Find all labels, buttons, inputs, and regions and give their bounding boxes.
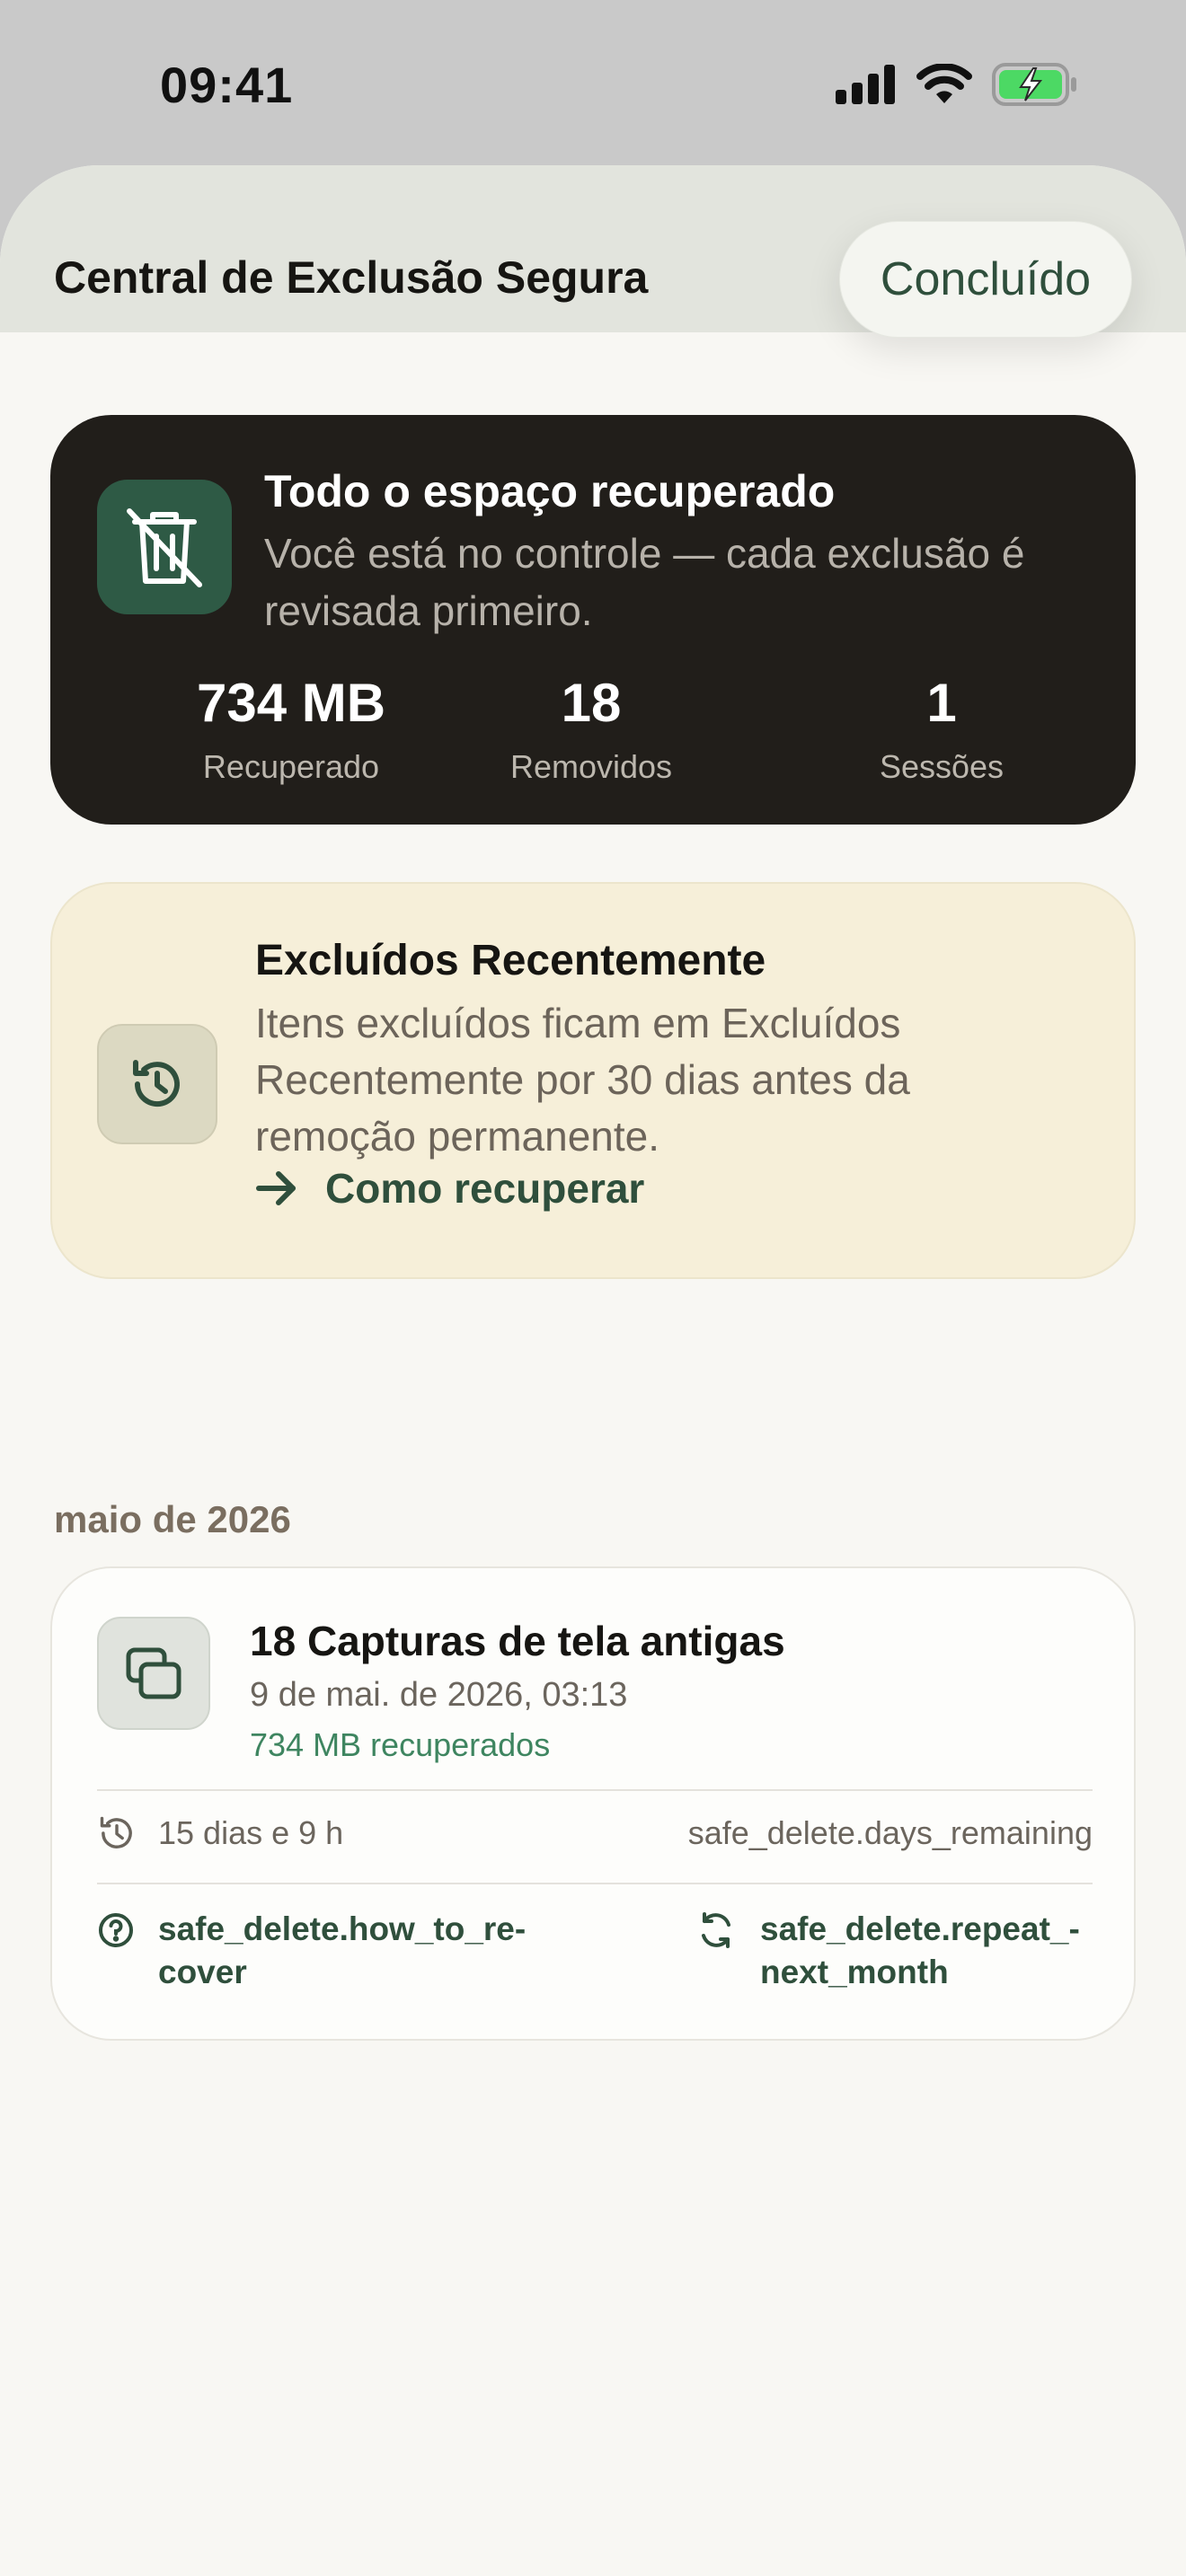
history-icon <box>97 1024 217 1144</box>
trash-crossed-icon <box>97 480 232 614</box>
summary-card: Todo o espaço recuperado Você está no co… <box>50 415 1136 825</box>
how-to-recover-label: Como recuperar <box>325 1165 645 1212</box>
how-to-recover-button[interactable]: safe_delete.how_to_re- cover <box>97 1908 526 1994</box>
repeat-next-month-label: safe_delete.repeat_- next_month <box>760 1910 1080 1990</box>
summary-title: Todo o espaço recuperado <box>264 466 836 516</box>
stat-label: Recuperado <box>202 748 380 785</box>
wifi-icon <box>916 64 972 103</box>
remaining-row: 15 dias e 9 h safe_delete.days_remaining <box>97 1811 1093 1856</box>
stat-label: Removidos <box>509 748 673 785</box>
page-title: Central de Exclusão Segura <box>54 252 649 303</box>
arrow-right-icon <box>256 1171 296 1205</box>
done-button[interactable]: Concluído <box>839 221 1132 338</box>
refresh-icon <box>702 1912 730 1948</box>
history-small-icon <box>100 1816 132 1848</box>
session-card[interactable]: 18 Capturas de tela antigas 9 de mai. de… <box>50 1566 1136 2041</box>
divider <box>97 1883 1093 1884</box>
remaining-time: 15 dias e 9 h <box>158 1814 344 1851</box>
how-to-recover-link[interactable]: Como recuperar <box>255 1164 644 1213</box>
question-circle-icon <box>99 1913 133 1947</box>
summary-subtitle: Você está no controle — cada exclusão é … <box>264 530 1025 634</box>
stat-sessions: 1 Sessões <box>771 672 1112 786</box>
session-recovered: 734 MB recuperados <box>250 1726 551 1763</box>
repeat-next-month-button[interactable]: safe_delete.repeat_- next_month <box>695 1908 1080 1994</box>
stat-removed: 18 Removidos <box>420 672 762 786</box>
stat-value: 734 MB <box>196 673 386 733</box>
stat-recovered: 734 MB Recuperado <box>120 672 462 786</box>
stat-value: 18 <box>561 673 622 733</box>
days-remaining-key: safe_delete.days_remaining <box>687 1814 1093 1851</box>
section-header-month: maio de 2026 <box>54 1498 291 1540</box>
recently-deleted-body: Itens excluídos ficam em Excluídos Recen… <box>255 1000 910 1160</box>
screenshots-icon <box>97 1617 210 1730</box>
session-date: 9 de mai. de 2026, 03:13 <box>250 1676 628 1714</box>
status-icons <box>836 63 1078 106</box>
safe-delete-sheet: Central de Exclusão Segura Concluído Tod… <box>0 165 1186 2576</box>
battery-charging-icon <box>992 63 1076 106</box>
how-to-recover-label: safe_delete.how_to_re- cover <box>158 1910 527 1990</box>
status-bar: 09:41 <box>0 0 1186 171</box>
cellular-signal-icon <box>836 65 895 104</box>
status-time: 09:41 <box>160 57 294 113</box>
divider <box>97 1789 1093 1791</box>
stat-value: 1 <box>926 673 957 733</box>
recently-deleted-card: Excluídos Recentemente Itens excluídos f… <box>50 882 1136 1279</box>
stat-label: Sessões <box>879 748 1005 785</box>
recently-deleted-title: Excluídos Recentemente <box>255 937 766 984</box>
session-title: 18 Capturas de tela antigas <box>250 1618 785 1664</box>
